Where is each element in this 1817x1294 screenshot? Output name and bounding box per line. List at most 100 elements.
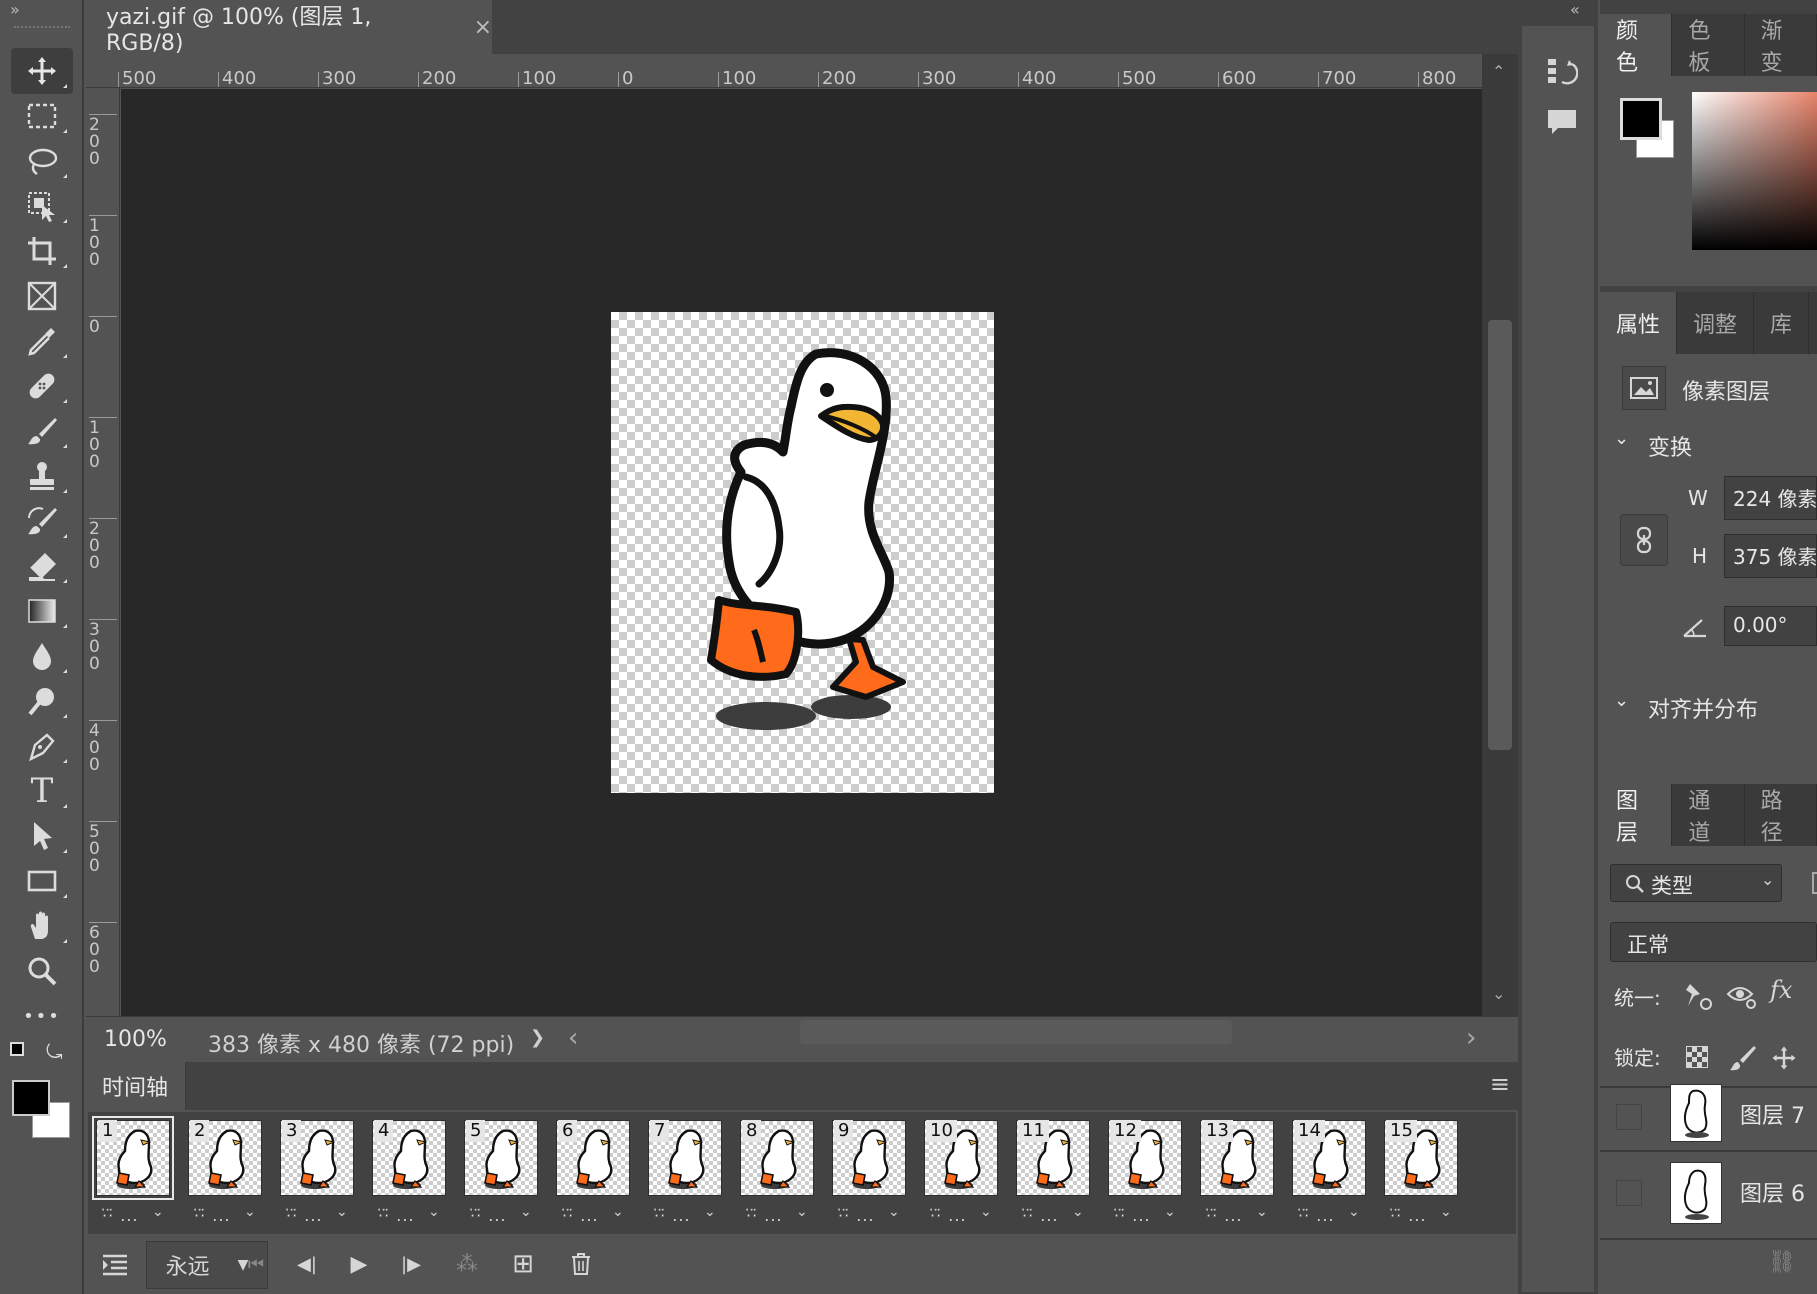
frame-delay[interactable]: ·̇·̈ ... — [654, 1206, 691, 1225]
swap-colors-icon[interactable]: ⤿ — [46, 1040, 63, 1064]
eraser-tool[interactable] — [11, 543, 73, 589]
transform-chevron-icon[interactable]: ⌄ — [1614, 428, 1629, 449]
unify-visibility-icon[interactable] — [1726, 982, 1758, 1014]
status-menu-icon[interactable]: ❯ — [530, 1027, 545, 1048]
zoom-level[interactable]: 100% — [104, 1027, 167, 1052]
animation-frame[interactable]: 15 ·̇·̈ ... ⌄ — [1378, 1116, 1464, 1232]
angle-field[interactable]: 0.00° — [1724, 606, 1817, 646]
healing-brush-tool[interactable] — [11, 363, 73, 409]
tween-button[interactable]: ⁂ — [446, 1236, 488, 1292]
frame-delay-dropdown-icon[interactable]: ⌄ — [704, 1204, 716, 1220]
color-picker-field[interactable] — [1692, 92, 1817, 250]
animation-frame[interactable]: 12 ·̇·̈ ... ⌄ — [1102, 1116, 1188, 1232]
vertical-ruler[interactable]: 2001000100200300400500600 — [86, 88, 120, 1016]
comments-panel-button[interactable] — [1546, 106, 1578, 142]
link-layers-icon[interactable]: ⛓ — [1768, 1250, 1796, 1275]
more-tools[interactable]: ••• — [11, 993, 73, 1039]
pen-tool[interactable] — [11, 723, 73, 769]
scroll-down-icon[interactable]: ⌄ — [1492, 984, 1505, 1003]
layer-visibility-toggle[interactable] — [1616, 1104, 1642, 1130]
frame-delay[interactable]: ·̇·̈ ... — [378, 1206, 415, 1225]
blur-tool[interactable] — [11, 633, 73, 679]
timeline-menu-icon[interactable]: ≡ — [1490, 1070, 1510, 1098]
animation-frame[interactable]: 6 ·̇·̈ ... ⌄ — [550, 1116, 636, 1232]
frame-delay-dropdown-icon[interactable]: ⌄ — [1072, 1204, 1084, 1220]
brush-tool[interactable] — [11, 408, 73, 454]
frame-delay[interactable]: ·̇·̈ ... — [930, 1206, 967, 1225]
tab-color[interactable]: 颜色 — [1600, 14, 1673, 76]
link-dimensions-button[interactable] — [1620, 514, 1668, 566]
frame-delay[interactable]: ·̇·̈ ... — [1206, 1206, 1243, 1225]
align-chevron-icon[interactable]: ⌄ — [1614, 690, 1629, 711]
new-frame-button[interactable]: ⊞ — [502, 1236, 544, 1292]
eyedropper-tool[interactable] — [11, 318, 73, 364]
foreground-color-swatch[interactable] — [12, 1080, 50, 1116]
rectangle-tool[interactable] — [11, 858, 73, 904]
marquee-tool[interactable] — [11, 93, 73, 139]
previous-frame-button[interactable]: ◀| — [286, 1236, 328, 1292]
animation-frame[interactable]: 7 ·̇·̈ ... ⌄ — [642, 1116, 728, 1232]
frame-delay-dropdown-icon[interactable]: ⌄ — [980, 1204, 992, 1220]
tab-channels[interactable]: 通道 — [1672, 784, 1745, 846]
frame-delay-dropdown-icon[interactable]: ⌄ — [1348, 1204, 1360, 1220]
toolbar-grip[interactable] — [14, 26, 70, 30]
unify-position-icon[interactable] — [1682, 980, 1714, 1016]
frame-delay-dropdown-icon[interactable]: ⌄ — [612, 1204, 624, 1220]
frame-delay-dropdown-icon[interactable]: ⌄ — [244, 1204, 256, 1220]
frame-delay[interactable]: ·̇·̈ ... — [746, 1206, 783, 1225]
blend-mode-select[interactable]: 正常 — [1610, 922, 1817, 962]
animation-frame[interactable]: 3 ·̇·̈ ... ⌄ — [274, 1116, 360, 1232]
frame-delay[interactable]: ·̇·̈ ... — [1298, 1206, 1335, 1225]
clone-stamp-tool[interactable] — [11, 453, 73, 499]
tab-swatches[interactable]: 色板 — [1672, 14, 1745, 76]
align-distribute-section-label[interactable]: 对齐并分布 — [1648, 692, 1758, 724]
scroll-up-icon[interactable]: ⌃ — [1492, 62, 1505, 81]
object-select-tool[interactable] — [11, 183, 73, 229]
layer-filter-select[interactable]: 类型 ⌄ — [1610, 864, 1782, 902]
unify-style-icon[interactable]: fx — [1770, 976, 1792, 1004]
move-tool[interactable] — [11, 48, 73, 94]
lock-pixels-icon[interactable] — [1728, 1044, 1756, 1076]
timeline-convert-button[interactable] — [88, 1236, 142, 1292]
animation-frame[interactable]: 10 ·̇·̈ ... ⌄ — [918, 1116, 1004, 1232]
frame-delay[interactable]: ·̇·̈ ... — [562, 1206, 599, 1225]
frame-delay-dropdown-icon[interactable]: ⌄ — [1256, 1204, 1268, 1220]
next-frame-button[interactable]: |▶ — [390, 1236, 432, 1292]
tab-paths[interactable]: 路径 — [1745, 784, 1817, 846]
history-brush-tool[interactable] — [11, 498, 73, 544]
frame-delay[interactable]: ·̇·̈ ... — [1390, 1206, 1427, 1225]
frame-delay[interactable]: ·̇·̈ ... — [838, 1206, 875, 1225]
frame-delay-dropdown-icon[interactable]: ⌄ — [152, 1204, 164, 1220]
lasso-tool[interactable] — [11, 138, 73, 184]
animation-frame[interactable]: 5 ·̇·̈ ... ⌄ — [458, 1116, 544, 1232]
horizontal-ruler[interactable]: 500 400 300 200 100 0 100 200 300 400 500 600 700 800 — [86, 54, 1482, 88]
collapse-toolbar-button[interactable]: » — [10, 0, 20, 19]
type-tool[interactable]: T — [11, 768, 73, 814]
animation-frame[interactable]: 8 ·̇·̈ ... ⌄ — [734, 1116, 820, 1232]
close-document-icon[interactable]: × — [474, 15, 492, 40]
tab-adjustments[interactable]: 调整 — [1677, 292, 1755, 354]
tab-layers[interactable]: 图层 — [1600, 784, 1673, 846]
timeline-tab[interactable]: 时间轴 — [86, 1062, 186, 1110]
first-frame-button[interactable]: ⏮ — [236, 1236, 276, 1292]
hand-tool[interactable] — [11, 903, 73, 949]
tab-properties[interactable]: 属性 — [1600, 292, 1678, 354]
frame-delay-dropdown-icon[interactable]: ⌄ — [1440, 1204, 1452, 1220]
scroll-right-icon[interactable]: › — [1466, 1023, 1476, 1053]
crop-tool[interactable] — [11, 228, 73, 274]
tab-gradients[interactable]: 渐变 — [1745, 14, 1817, 76]
scroll-left-icon[interactable]: ‹ — [568, 1023, 578, 1053]
lock-transparency-icon[interactable] — [1686, 1046, 1708, 1068]
delete-frame-button[interactable] — [560, 1236, 602, 1292]
layer-name[interactable]: 图层 7 — [1740, 1098, 1805, 1130]
play-button[interactable]: ▶ — [338, 1236, 380, 1292]
horizontal-scroll-thumb[interactable] — [800, 1020, 1232, 1044]
document-image[interactable] — [611, 312, 994, 793]
gradient-tool[interactable] — [11, 588, 73, 634]
transform-section-label[interactable]: 变换 — [1648, 430, 1692, 462]
dodge-tool[interactable] — [11, 678, 73, 724]
frame-delay-dropdown-icon[interactable]: ⌄ — [428, 1204, 440, 1220]
layer-visibility-toggle[interactable] — [1616, 1180, 1642, 1206]
animation-frame[interactable]: 11 ·̇·̈ ... ⌄ — [1010, 1116, 1096, 1232]
animation-frame[interactable]: 14 ·̇·̈ ... ⌄ — [1286, 1116, 1372, 1232]
